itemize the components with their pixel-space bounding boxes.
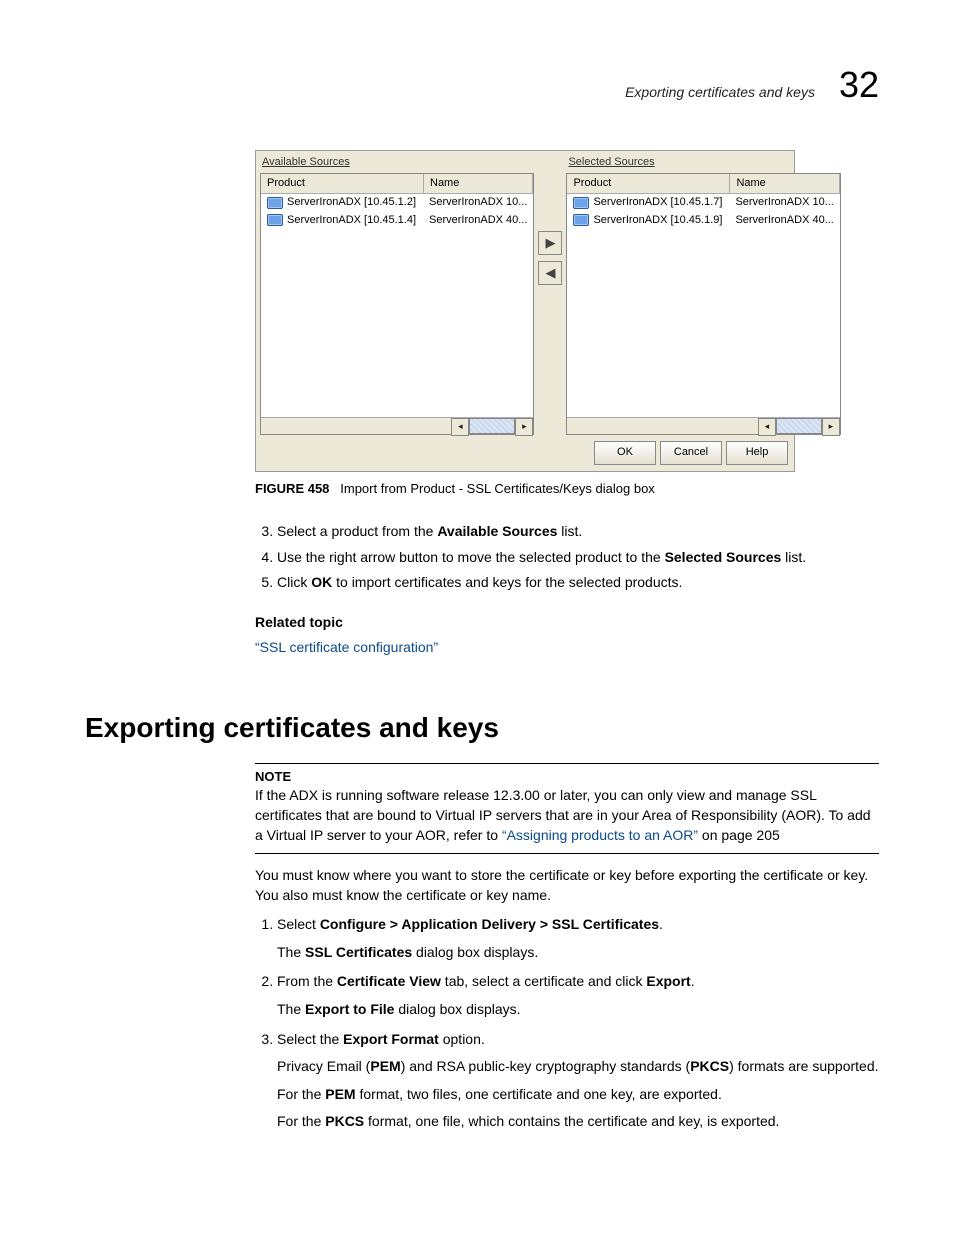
- intro-paragraph: You must know where you want to store th…: [255, 866, 879, 905]
- move-left-button[interactable]: ◀: [538, 261, 562, 285]
- list-item: Click OK to import certificates and keys…: [277, 573, 879, 593]
- cell-name: ServerIronADX 40...: [729, 212, 839, 229]
- note-text: If the ADX is running software release 1…: [255, 786, 879, 845]
- header-title: Exporting certificates and keys: [625, 83, 815, 103]
- table-row[interactable]: ServerIronADX [10.45.1.4] ServerIronADX …: [261, 212, 533, 229]
- selected-sources-label: Selected Sources: [562, 151, 844, 172]
- mover-buttons: ▶ ◀: [538, 151, 562, 434]
- available-sources-table[interactable]: Product Name ServerIronADX [10.45.1.2] S…: [260, 173, 534, 435]
- header-chapter-number: 32: [839, 60, 879, 110]
- cell-product: ServerIronADX [10.45.1.4]: [287, 213, 416, 228]
- list-item: Select the Export Format option. Privacy…: [277, 1030, 879, 1132]
- steps-list-b: Select Configure > Application Delivery …: [255, 915, 879, 1132]
- cell-name: ServerIronADX 40...: [423, 212, 533, 229]
- figure-label: FIGURE 458: [255, 481, 329, 496]
- device-icon: [573, 214, 589, 226]
- col-header-product[interactable]: Product: [261, 174, 424, 193]
- running-header: Exporting certificates and keys 32: [85, 60, 879, 110]
- scroll-right-button[interactable]: ▸: [515, 418, 533, 436]
- related-topic-heading: Related topic: [255, 613, 879, 633]
- device-icon: [573, 197, 589, 209]
- horizontal-scrollbar[interactable]: ◂ ▸: [567, 417, 839, 434]
- scroll-left-button[interactable]: ◂: [451, 418, 469, 436]
- list-item: Select a product from the Available Sour…: [277, 522, 879, 542]
- list-item: Use the right arrow button to move the s…: [277, 548, 879, 568]
- col-header-name[interactable]: Name: [424, 174, 533, 193]
- available-sources-label: Available Sources: [256, 151, 538, 172]
- figure-dialog-screenshot: Available Sources Product Name ServerIro…: [255, 150, 795, 471]
- scroll-right-button[interactable]: ▸: [822, 418, 840, 436]
- dialog-button-row: OK Cancel Help: [256, 435, 794, 471]
- col-header-product[interactable]: Product: [567, 174, 730, 193]
- col-header-name[interactable]: Name: [730, 174, 839, 193]
- move-right-button[interactable]: ▶: [538, 231, 562, 255]
- cell-product: ServerIronADX [10.45.1.9]: [593, 213, 722, 228]
- note-link[interactable]: “Assigning products to an AOR”: [502, 827, 698, 843]
- import-dialog: Available Sources Product Name ServerIro…: [255, 150, 795, 471]
- section-heading: Exporting certificates and keys: [85, 708, 879, 747]
- note-label: NOTE: [255, 768, 879, 786]
- steps-list-a: Select a product from the Available Sour…: [255, 522, 879, 593]
- ok-button[interactable]: OK: [594, 441, 656, 465]
- cell-name: ServerIronADX 10...: [423, 194, 533, 211]
- list-item: Select Configure > Application Delivery …: [277, 915, 879, 962]
- available-sources-panel: Available Sources Product Name ServerIro…: [256, 151, 538, 434]
- horizontal-scrollbar[interactable]: ◂ ▸: [261, 417, 533, 434]
- scroll-track[interactable]: [776, 418, 822, 434]
- figure-caption-text: Import from Product - SSL Certificates/K…: [340, 481, 655, 496]
- figure-caption: FIGURE 458 Import from Product - SSL Cer…: [255, 480, 879, 498]
- related-topic-link[interactable]: “SSL certificate configuration”: [255, 639, 438, 655]
- selected-sources-table[interactable]: Product Name ServerIronADX [10.45.1.7] S…: [566, 173, 840, 435]
- cell-product: ServerIronADX [10.45.1.7]: [593, 195, 722, 210]
- table-row[interactable]: ServerIronADX [10.45.1.7] ServerIronADX …: [567, 194, 839, 211]
- device-icon: [267, 214, 283, 226]
- device-icon: [267, 197, 283, 209]
- cancel-button[interactable]: Cancel: [660, 441, 722, 465]
- cell-name: ServerIronADX 10...: [729, 194, 839, 211]
- scroll-track[interactable]: [469, 418, 515, 434]
- note-block: NOTE If the ADX is running software rele…: [255, 763, 879, 854]
- page: Exporting certificates and keys 32 Avail…: [0, 0, 954, 1235]
- cell-product: ServerIronADX [10.45.1.2]: [287, 195, 416, 210]
- list-item: From the Certificate View tab, select a …: [277, 972, 879, 1019]
- table-row[interactable]: ServerIronADX [10.45.1.9] ServerIronADX …: [567, 212, 839, 229]
- selected-sources-panel: Selected Sources Product Name ServerIron…: [562, 151, 844, 434]
- scroll-left-button[interactable]: ◂: [758, 418, 776, 436]
- table-row[interactable]: ServerIronADX [10.45.1.2] ServerIronADX …: [261, 194, 533, 211]
- help-button[interactable]: Help: [726, 441, 788, 465]
